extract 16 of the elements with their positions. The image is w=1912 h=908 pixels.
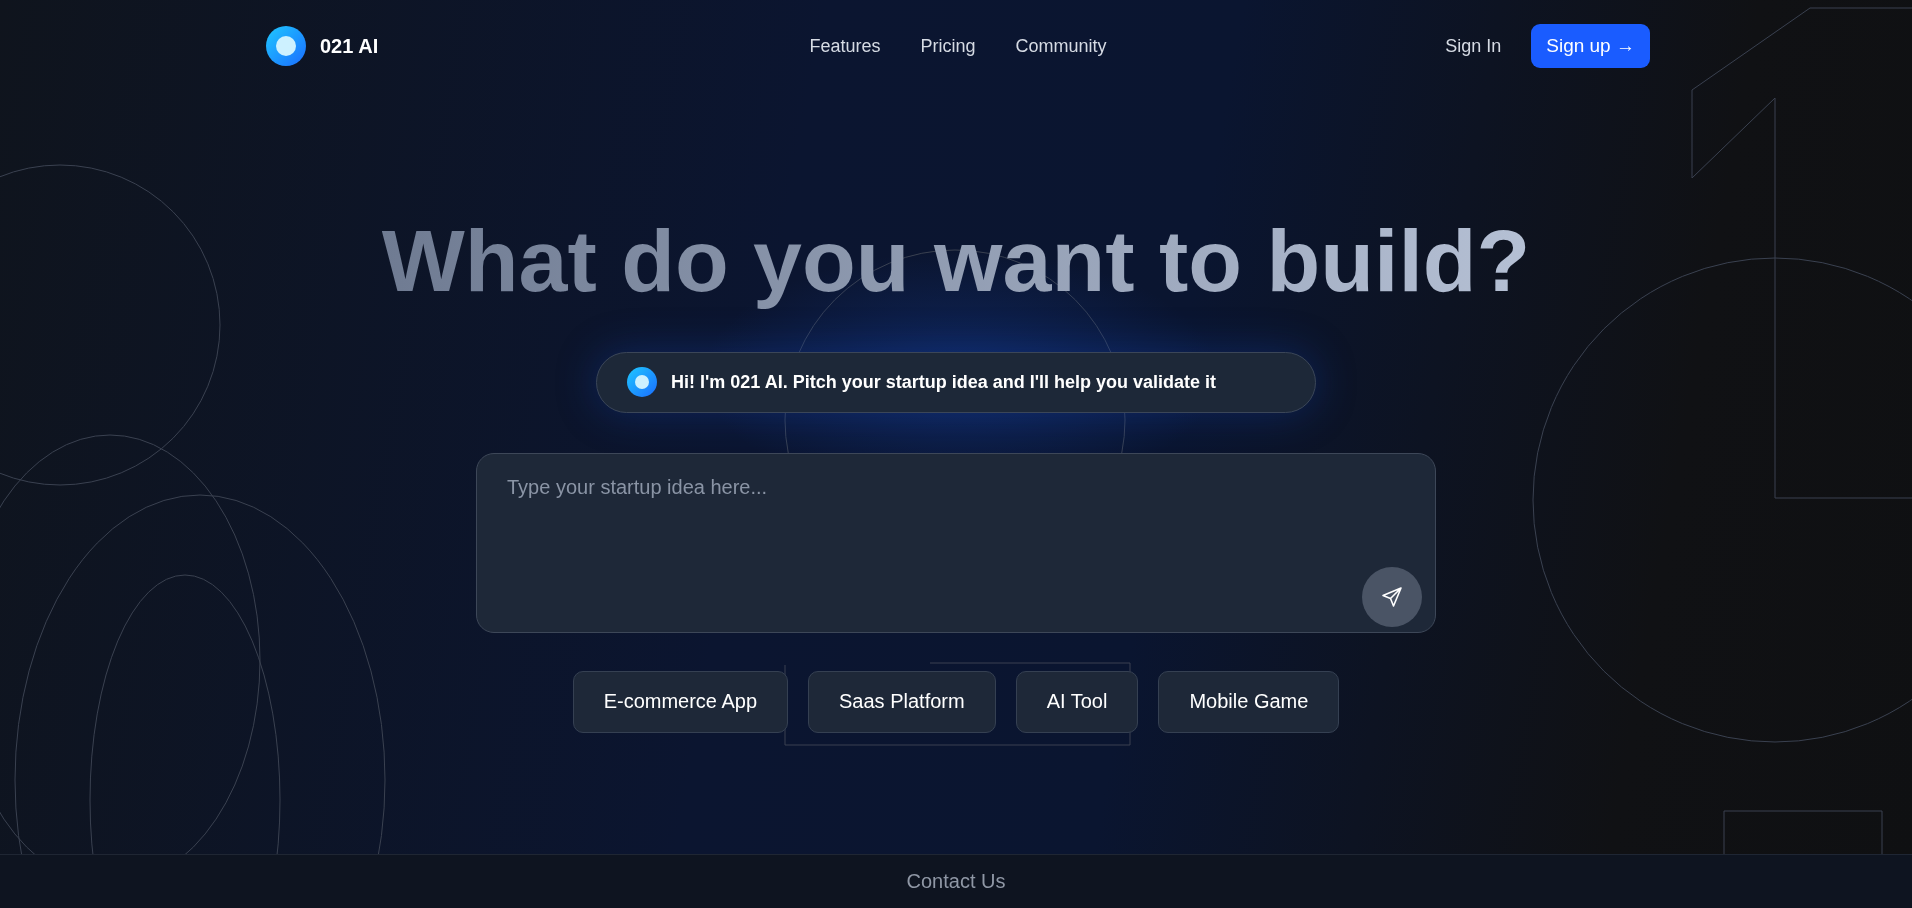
idea-input-field[interactable]: Type your startup idea here... [476, 452, 1436, 633]
sign-up-button[interactable]: Sign up → [1531, 24, 1650, 68]
contact-link[interactable]: Contact Us [906, 870, 1006, 893]
nav-link[interactable]: Features [809, 35, 881, 57]
suggestion-chip[interactable]: Saas Platform [808, 670, 996, 733]
sign-in-link[interactable]: Sign In [1445, 35, 1502, 57]
send-icon [1380, 584, 1404, 609]
greeting-text: Hi! I'm 021 AI. Pitch your startup idea and I'll help you validate it [671, 371, 1216, 393]
suggestion-chip[interactable]: Mobile Game [1158, 670, 1340, 733]
nav-link[interactable]: Pricing [920, 35, 976, 57]
suggestion-chip[interactable]: E-commerce App [572, 670, 789, 733]
logo-icon [266, 26, 306, 66]
nav-link[interactable]: Community [1015, 35, 1107, 57]
assistant-avatar-icon [627, 367, 657, 398]
brand-name[interactable]: 021 AI [320, 34, 379, 58]
suggestion-chip[interactable]: AI Tool [1015, 670, 1139, 733]
